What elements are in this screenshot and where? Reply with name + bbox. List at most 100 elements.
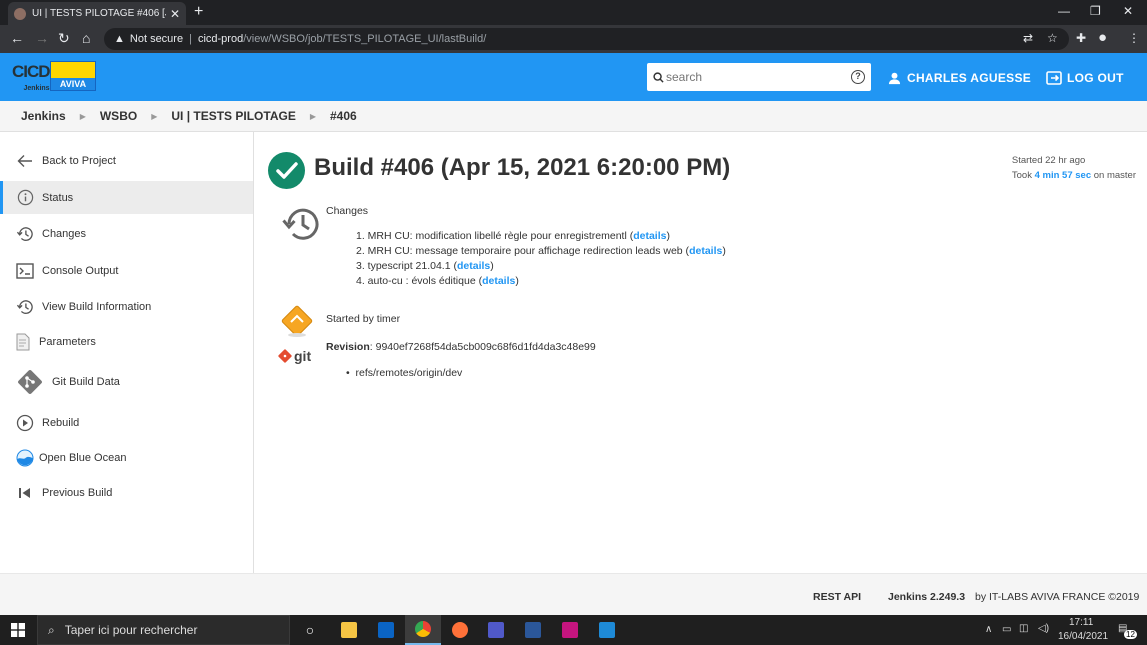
main-content: Build #406 (Apr 15, 2021 6:20:00 PM) Sta…: [254, 132, 1147, 573]
breadcrumb-jenkins[interactable]: Jenkins: [21, 109, 66, 123]
sidebar-item-console-output[interactable]: Console Output: [0, 254, 253, 287]
home-icon[interactable]: ⌂: [82, 30, 90, 46]
chrome-icon[interactable]: [405, 615, 441, 645]
breadcrumb-build[interactable]: #406: [330, 109, 357, 123]
reload-icon[interactable]: ↻: [58, 30, 70, 47]
new-tab-icon[interactable]: +: [194, 3, 203, 21]
forward-icon[interactable]: →: [35, 30, 49, 46]
duration-link[interactable]: 4 min 57 sec: [1035, 170, 1092, 181]
blue-ocean-icon: [15, 448, 35, 468]
vscode-icon[interactable]: [589, 615, 625, 645]
chevron-right-icon[interactable]: ▶: [151, 112, 157, 121]
git-icon: [15, 367, 45, 397]
sidebar-item-label: Back to Project: [42, 154, 116, 167]
menu-dots-icon[interactable]: ⋮: [1128, 31, 1140, 45]
minimize-icon[interactable]: —: [1058, 4, 1070, 18]
sidebar-item-view-build-information[interactable]: View Build Information: [0, 290, 253, 323]
tray-chevron-icon[interactable]: ∧: [985, 624, 992, 635]
jenkins-header: CICD Jenkins AVIVA ? CHARLES AGUESSE LOG…: [0, 53, 1147, 101]
sidebar-item-open-blue-ocean[interactable]: Open Blue Ocean: [0, 441, 253, 474]
close-window-icon[interactable]: ✕: [1123, 4, 1133, 18]
details-link[interactable]: details: [689, 245, 722, 257]
details-link[interactable]: details: [633, 230, 666, 242]
warning-icon: ▲: [114, 33, 125, 45]
translate-icon[interactable]: ⇄: [1023, 31, 1033, 45]
clock-time[interactable]: 17:11: [1069, 617, 1093, 628]
extensions-icon[interactable]: ✚: [1076, 31, 1086, 45]
sidebar-item-changes[interactable]: Changes: [0, 217, 253, 250]
changes-history-icon: [280, 206, 320, 245]
list-item: 4. auto-cu : évols éditique (details): [356, 275, 519, 287]
url-bar[interactable]: ▲ Not secure | cicd-prod /view/WSBO/job/…: [104, 28, 1069, 50]
task-view-icon[interactable]: ○: [292, 615, 328, 645]
success-check-icon: [268, 152, 305, 189]
changes-list: 1. MRH CU: modification libellé règle po…: [356, 229, 726, 289]
outlook-icon[interactable]: [368, 615, 404, 645]
battery-icon[interactable]: ▭: [1002, 624, 1011, 635]
build-duration: Took 4 min 57 sec on master: [1012, 168, 1136, 183]
cicd-logo[interactable]: CICD Jenkins: [12, 63, 51, 97]
firefox-icon[interactable]: [442, 615, 478, 645]
clock-date[interactable]: 16/04/2021: [1058, 631, 1108, 642]
sidebar-item-label: Rebuild: [42, 416, 80, 429]
logout-button[interactable]: LOG OUT: [1046, 71, 1124, 85]
search-input[interactable]: [666, 70, 851, 84]
duration-prefix: Took: [1011, 170, 1035, 181]
sidebar-item-git-build-data[interactable]: Git Build Data: [0, 365, 253, 398]
breadcrumb-wsbo[interactable]: WSBO: [100, 109, 137, 123]
chevron-right-icon[interactable]: ▶: [80, 112, 86, 121]
git-diamond-icon: [278, 349, 292, 363]
user-link[interactable]: CHARLES AGUESSE: [888, 71, 1031, 85]
intellij-icon[interactable]: [552, 615, 588, 645]
breadcrumb-job[interactable]: UI | TESTS PILOTAGE: [171, 109, 295, 123]
sidebar-item-label: Status: [42, 191, 74, 204]
windows-taskbar: ⌕ Taper ici pour rechercher ○ ∧ ▭ ◫ ◁) 1…: [0, 615, 1147, 645]
sidebar-item-label: Git Build Data: [52, 375, 120, 388]
word-icon[interactable]: [515, 615, 551, 645]
change-text: 4. auto-cu : évols éditique: [356, 275, 476, 287]
list-item: 2. MRH CU: message temporaire pour affic…: [356, 245, 726, 257]
search-box: ?: [647, 63, 871, 91]
close-tab-icon[interactable]: ✕: [170, 7, 180, 21]
taskbar-search[interactable]: ⌕ Taper ici pour rechercher: [37, 615, 290, 645]
user-icon: [888, 72, 901, 84]
history-icon: [15, 224, 35, 244]
teams-icon[interactable]: [478, 615, 514, 645]
bookmark-star-icon[interactable]: ☆: [1047, 31, 1058, 45]
user-name: CHARLES AGUESSE: [907, 71, 1032, 85]
file-explorer-icon[interactable]: [331, 615, 367, 645]
page-footer: REST API Jenkins 2.249.3 by IT-LABS AVIV…: [0, 573, 1147, 615]
change-text: 1. MRH CU: modification libellé règle po…: [356, 230, 627, 242]
started-by: Started by timer: [326, 313, 401, 325]
maximize-icon[interactable]: ❐: [1090, 4, 1101, 18]
rest-api-link[interactable]: REST API: [813, 591, 861, 603]
help-icon[interactable]: ?: [851, 70, 865, 84]
logout-label: LOG OUT: [1067, 71, 1124, 85]
sidebar-item-label: Parameters: [39, 335, 96, 348]
jenkins-version-link[interactable]: Jenkins 2.249.3: [888, 591, 965, 603]
sidebar-item-previous-build[interactable]: Previous Build: [0, 476, 253, 509]
windows-start-icon[interactable]: [0, 615, 36, 645]
volume-icon[interactable]: ◁): [1038, 623, 1049, 634]
build-meta: Started 22 hr ago Took 4 min 57 sec on m…: [1012, 153, 1136, 183]
back-icon[interactable]: ←: [10, 30, 24, 46]
sidebar-item-label: Open Blue Ocean: [39, 451, 127, 464]
url-host: cicd-prod: [197, 33, 244, 45]
details-link[interactable]: details: [482, 275, 515, 287]
network-icon[interactable]: ◫: [1019, 623, 1028, 634]
details-link[interactable]: details: [457, 260, 490, 272]
sidebar-item-back-to-project[interactable]: Back to Project: [0, 144, 253, 177]
browser-tab[interactable]: UI | TESTS PILOTAGE #406 [Jenkin ✕: [8, 2, 186, 25]
notification-count: 12: [1124, 630, 1137, 639]
history-icon: [15, 297, 35, 317]
profile-icon[interactable]: ●: [1098, 29, 1107, 46]
sidebar-item-status[interactable]: Status: [0, 181, 253, 214]
aviva-logo-text: AVIVA: [51, 78, 95, 90]
document-icon: [15, 332, 31, 352]
sidebar-item-rebuild[interactable]: Rebuild: [0, 406, 253, 439]
play-icon: [15, 413, 35, 433]
sidebar-item-parameters[interactable]: Parameters: [0, 325, 253, 358]
footer-credit: by IT-LABS AVIVA FRANCE ©2019: [975, 591, 1140, 603]
chevron-right-icon[interactable]: ▶: [310, 112, 316, 121]
revision-label: Revision: [326, 341, 370, 353]
